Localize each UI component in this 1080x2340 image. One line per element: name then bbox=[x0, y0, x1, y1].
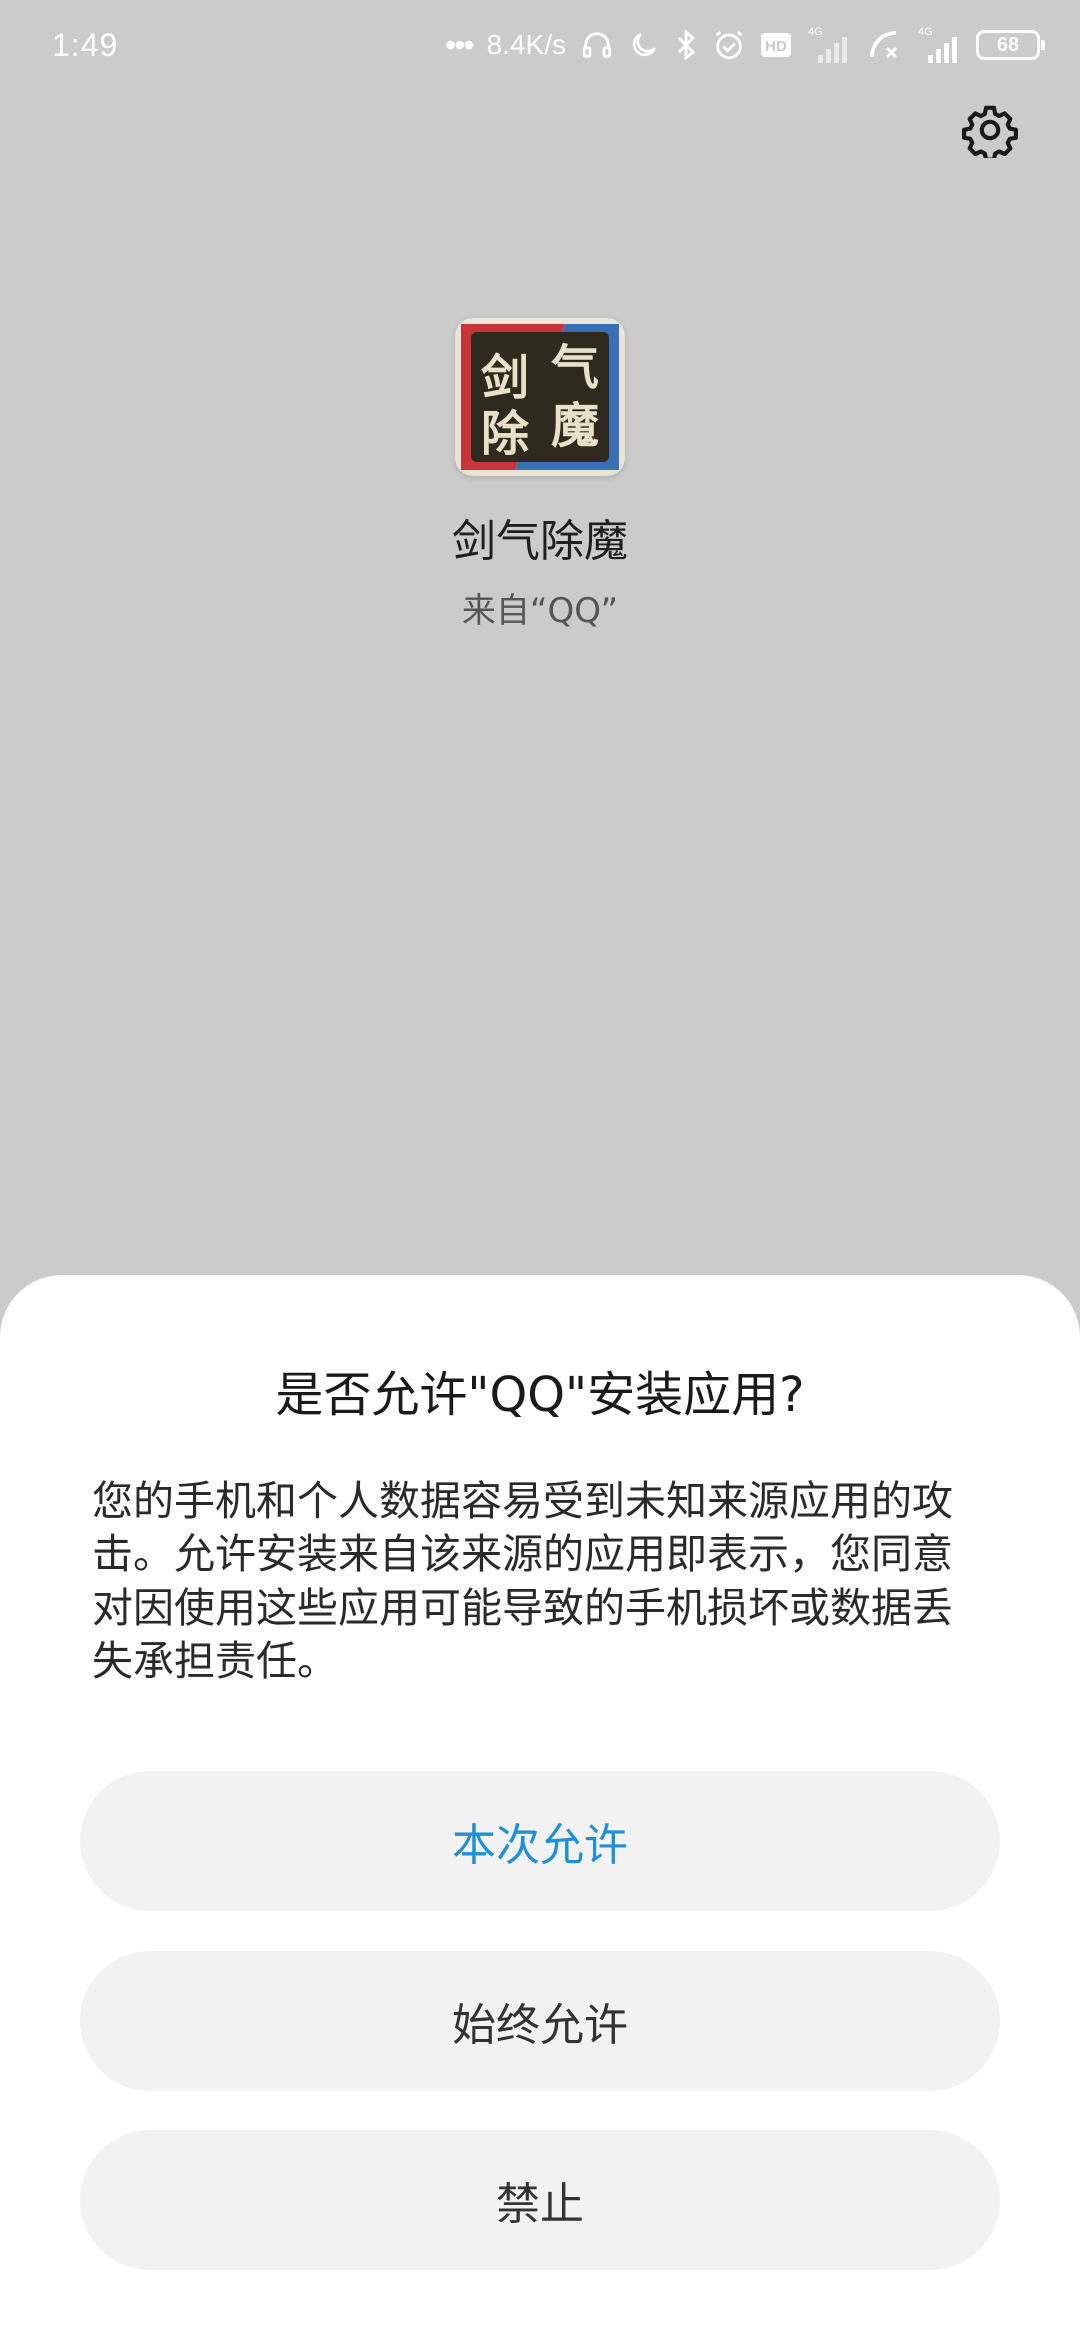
allow-once-button[interactable]: 本次允许 bbox=[80, 1771, 1000, 1911]
network-type-2: 4G bbox=[918, 26, 933, 38]
network-type-1: 4G bbox=[808, 26, 823, 38]
status-bar: 1:49 ••• 8.4K/s HD 4G 4G 68 bbox=[0, 0, 1080, 90]
app-icon-char-2: 气 bbox=[551, 340, 599, 396]
status-icons: ••• 8.4K/s HD 4G 4G 68 bbox=[445, 25, 1045, 65]
settings-button[interactable] bbox=[962, 102, 1018, 158]
network-speed: 8.4K/s bbox=[486, 29, 566, 60]
signal-icon-2: 4G bbox=[918, 26, 957, 63]
hd-label: HD bbox=[765, 38, 787, 55]
bluetooth-icon bbox=[677, 29, 696, 61]
headphone-icon bbox=[582, 32, 612, 58]
more-dots-icon: ••• bbox=[445, 27, 475, 63]
battery-icon: 68 bbox=[976, 30, 1045, 60]
app-icon-char-1: 剑 bbox=[481, 350, 529, 406]
moon-icon bbox=[632, 33, 656, 57]
signal-icon: 4G bbox=[808, 26, 847, 63]
status-time: 1:49 bbox=[52, 26, 119, 63]
allow-always-button[interactable]: 始终允许 bbox=[80, 1951, 1000, 2091]
hd-icon: HD bbox=[761, 33, 791, 57]
app-source: 来自“QQ” bbox=[461, 591, 619, 631]
alarm-icon bbox=[715, 31, 743, 60]
app-icon: 剑 气 除 魔 bbox=[455, 318, 625, 476]
app-icon-char-3: 除 bbox=[481, 406, 530, 462]
dialog-title: 是否允许"QQ"安装应用? bbox=[275, 1367, 805, 1423]
install-permission-dialog: 是否允许"QQ"安装应用? 您的手机和个人数据容易受到未知来源应用的攻击。允许安… bbox=[0, 1275, 1080, 2340]
battery-level: 68 bbox=[996, 33, 1020, 56]
app-name: 剑气除魔 bbox=[452, 516, 628, 567]
dialog-message: 您的手机和个人数据容易受到未知来源应用的攻击。允许安装来自该来源的应用即表示，您… bbox=[92, 1477, 953, 1685]
call-forward-icon bbox=[870, 31, 898, 59]
gear-icon bbox=[962, 105, 1018, 158]
app-icon-char-4: 魔 bbox=[551, 398, 599, 454]
deny-button[interactable]: 禁止 bbox=[80, 2130, 1000, 2270]
